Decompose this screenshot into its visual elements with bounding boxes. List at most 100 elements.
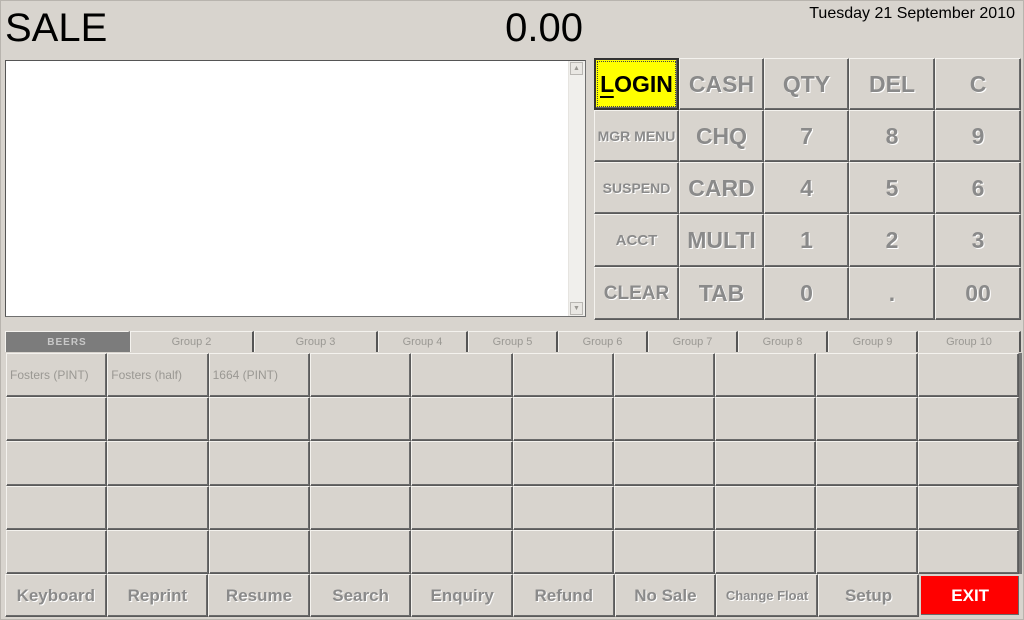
item-button[interactable] bbox=[107, 397, 209, 442]
item-button[interactable] bbox=[309, 441, 412, 486]
group-tab-7[interactable]: Group 7 bbox=[648, 331, 738, 352]
key-0[interactable]: 0 bbox=[764, 267, 849, 320]
scroll-up-arrow-icon[interactable]: ▲ bbox=[570, 62, 583, 75]
scroll-down-arrow-icon[interactable]: ▼ bbox=[570, 302, 583, 315]
multi-button[interactable]: MULTI bbox=[679, 214, 764, 267]
item-button[interactable] bbox=[715, 441, 817, 486]
key-1[interactable]: 1 bbox=[764, 214, 849, 267]
group-tab-2[interactable]: Group 2 bbox=[130, 331, 254, 352]
group-tab-5[interactable]: Group 5 bbox=[468, 331, 558, 352]
item-button[interactable] bbox=[309, 485, 412, 530]
item-button[interactable] bbox=[309, 353, 412, 398]
del-button[interactable]: DEL bbox=[849, 58, 935, 110]
item-button[interactable] bbox=[816, 485, 918, 530]
enquiry-button[interactable]: Enquiry bbox=[411, 574, 513, 617]
c-button[interactable]: C bbox=[935, 58, 1021, 110]
item-button[interactable] bbox=[512, 397, 614, 442]
item-button[interactable]: Fosters (half) bbox=[107, 353, 209, 398]
reprint-button[interactable]: Reprint bbox=[106, 574, 209, 617]
chq-button[interactable]: CHQ bbox=[679, 110, 764, 162]
login-button[interactable]: LOGIN bbox=[594, 58, 679, 110]
item-button[interactable]: 1664 (PINT) bbox=[208, 353, 310, 398]
suspend-button[interactable]: SUSPEND bbox=[594, 162, 679, 214]
item-button[interactable] bbox=[411, 397, 513, 442]
group-tab-4[interactable]: Group 4 bbox=[378, 331, 468, 352]
item-button[interactable] bbox=[715, 485, 817, 530]
item-button[interactable] bbox=[816, 529, 918, 574]
group-tab-9[interactable]: Group 9 bbox=[828, 331, 918, 352]
item-button[interactable] bbox=[107, 485, 209, 530]
key-9[interactable]: 9 bbox=[935, 110, 1021, 162]
item-button[interactable] bbox=[917, 529, 1019, 574]
item-button[interactable] bbox=[816, 441, 918, 486]
item-button[interactable] bbox=[917, 485, 1019, 530]
item-button[interactable] bbox=[107, 441, 209, 486]
group-tab-10[interactable]: Group 10 bbox=[918, 331, 1021, 352]
key-4[interactable]: 4 bbox=[764, 162, 849, 214]
key-5[interactable]: 5 bbox=[849, 162, 935, 214]
refund-button[interactable]: Refund bbox=[512, 574, 615, 617]
item-button[interactable] bbox=[917, 397, 1019, 442]
item-button[interactable] bbox=[107, 529, 209, 574]
change-float-button[interactable]: Change Float bbox=[716, 574, 818, 617]
item-button[interactable] bbox=[309, 397, 412, 442]
item-button[interactable] bbox=[512, 529, 614, 574]
item-button[interactable] bbox=[6, 529, 108, 574]
no-sale-button[interactable]: No Sale bbox=[614, 574, 717, 617]
group-tab-8[interactable]: Group 8 bbox=[738, 331, 828, 352]
item-button[interactable] bbox=[613, 485, 716, 530]
group-tab-6[interactable]: Group 6 bbox=[558, 331, 648, 352]
exit-button[interactable]: EXIT bbox=[919, 574, 1021, 617]
mgr-menu-button[interactable]: MGR MENU bbox=[594, 110, 679, 162]
key-6[interactable]: 6 bbox=[935, 162, 1021, 214]
setup-button[interactable]: Setup bbox=[817, 574, 920, 617]
item-button[interactable] bbox=[715, 529, 817, 574]
item-button[interactable] bbox=[613, 529, 716, 574]
item-button[interactable] bbox=[613, 353, 716, 398]
item-button[interactable] bbox=[411, 529, 513, 574]
item-button[interactable] bbox=[208, 441, 310, 486]
item-button[interactable] bbox=[6, 485, 108, 530]
qty-button[interactable]: QTY bbox=[764, 58, 849, 110]
tab-button[interactable]: TAB bbox=[679, 267, 764, 320]
group-tab-3[interactable]: Group 3 bbox=[254, 331, 378, 352]
item-button[interactable] bbox=[512, 353, 614, 398]
qty-button-label: QTY bbox=[782, 70, 831, 97]
item-button[interactable] bbox=[411, 441, 513, 486]
item-button[interactable] bbox=[208, 529, 310, 574]
clear-button[interactable]: CLEAR bbox=[594, 267, 679, 320]
search-button[interactable]: Search bbox=[309, 574, 412, 617]
item-button[interactable] bbox=[411, 353, 513, 398]
key-8[interactable]: 8 bbox=[849, 110, 935, 162]
item-button[interactable] bbox=[208, 397, 310, 442]
item-button[interactable] bbox=[816, 353, 918, 398]
item-button[interactable] bbox=[512, 485, 614, 530]
item-button[interactable] bbox=[816, 397, 918, 442]
item-button[interactable] bbox=[6, 441, 108, 486]
group-tab-1[interactable]: BEERS bbox=[5, 331, 130, 352]
item-button[interactable] bbox=[917, 441, 1019, 486]
item-button[interactable] bbox=[512, 441, 614, 486]
item-button[interactable] bbox=[917, 353, 1019, 398]
item-button[interactable] bbox=[715, 397, 817, 442]
card-button[interactable]: CARD bbox=[679, 162, 764, 214]
item-button[interactable] bbox=[208, 485, 310, 530]
item-button[interactable] bbox=[715, 353, 817, 398]
item-button[interactable] bbox=[309, 529, 412, 574]
item-button[interactable] bbox=[411, 485, 513, 530]
item-button[interactable]: Fosters (PINT) bbox=[6, 353, 108, 398]
item-button[interactable] bbox=[613, 441, 716, 486]
key-00[interactable]: 00 bbox=[935, 267, 1021, 320]
receipt-scrollbar[interactable]: ▲ ▼ bbox=[568, 61, 585, 316]
acct-button[interactable]: ACCT bbox=[594, 214, 679, 267]
keyboard-button[interactable]: Keyboard bbox=[5, 574, 107, 617]
resume-button[interactable]: Resume bbox=[208, 574, 310, 617]
key-2[interactable]: 2 bbox=[849, 214, 935, 267]
item-button[interactable] bbox=[6, 397, 108, 442]
key-3[interactable]: 3 bbox=[935, 214, 1021, 267]
receipt-list[interactable]: ▲ ▼ bbox=[5, 60, 586, 317]
key-decimal[interactable]: . bbox=[849, 267, 935, 320]
cash-button[interactable]: CASH bbox=[679, 58, 764, 110]
item-button[interactable] bbox=[613, 397, 716, 442]
key-7[interactable]: 7 bbox=[764, 110, 849, 162]
